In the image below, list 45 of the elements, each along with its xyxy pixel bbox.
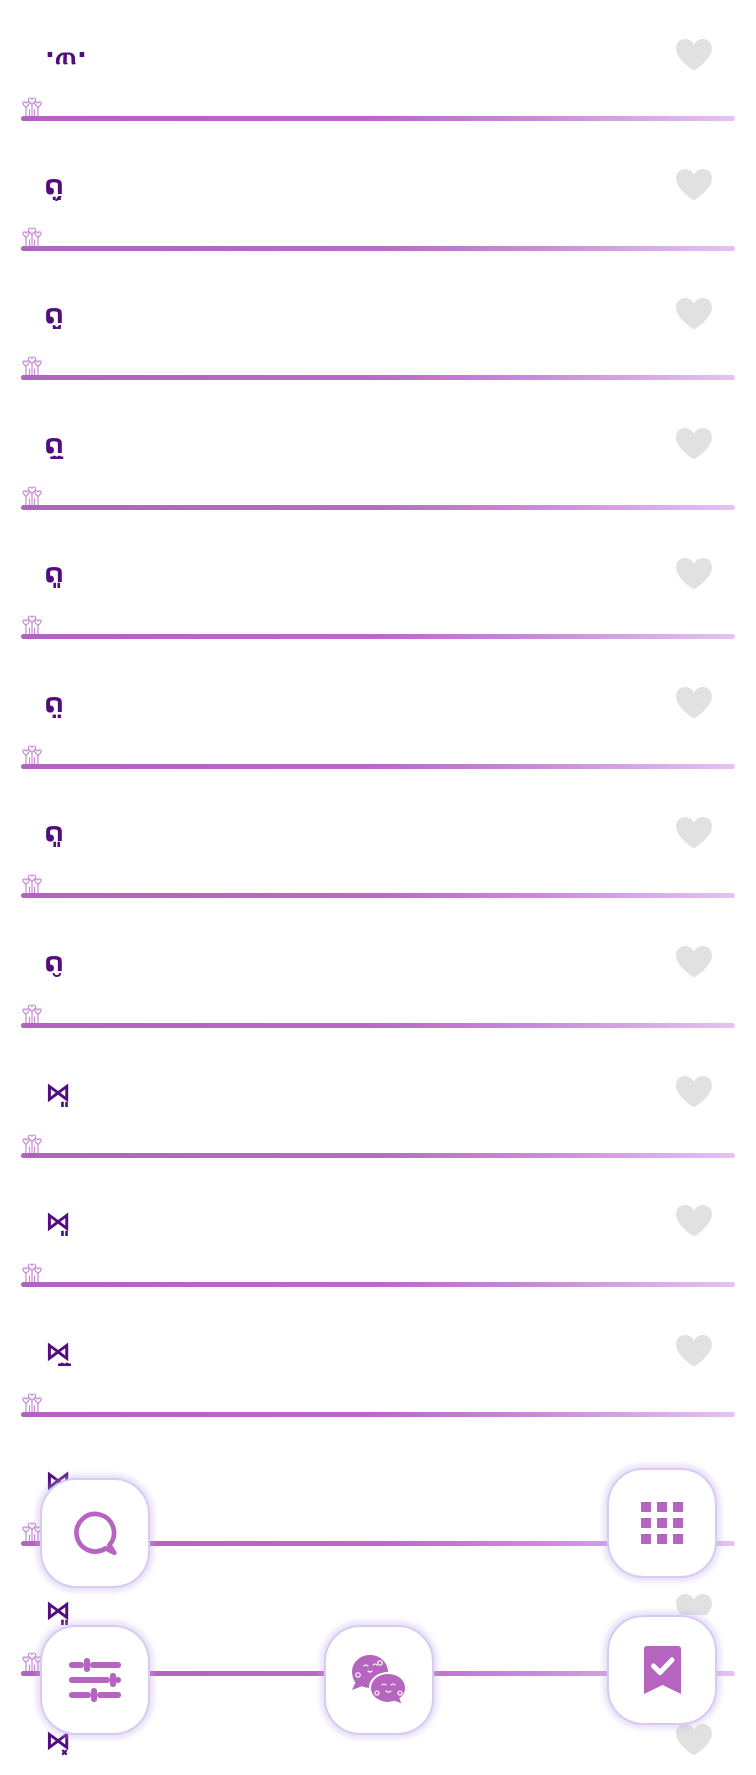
emoticon-text: ⋈̤̲ [45,1334,71,1368]
emoticon-text: ⋈͈ [45,1205,71,1239]
bookmark-check-icon [643,1646,681,1694]
heart-balloons-icon [21,1004,43,1024]
heart-icon[interactable] [676,1075,712,1108]
heart-balloons-icon [21,615,43,635]
emoticon-text: ດ̤̗ [45,168,64,203]
emoticon-text: ດ͈ [45,557,64,591]
heart-icon[interactable] [676,298,712,330]
heart-icon[interactable] [676,816,712,849]
heart-icon[interactable] [676,946,712,978]
heart-icon[interactable] [676,1335,712,1367]
heart-icon[interactable] [676,687,712,719]
heart-icon[interactable] [676,557,712,590]
emoticon-text: ດ͈ [45,816,64,850]
emoticon-text: ດ̮ [45,946,64,980]
heart-icon[interactable] [676,39,712,71]
heart-balloons-icon [21,1522,43,1542]
heart-balloons-icon [21,97,43,116]
heart-balloons-icon [21,226,43,246]
emoticon-text: ⋈͈ [45,1593,71,1627]
heart-balloons-icon [21,874,43,894]
heart-icon[interactable] [676,1205,712,1237]
grid-button[interactable] [607,1468,717,1578]
emoticon-text: ⋈͓ [45,1723,71,1757]
heart-balloons-icon [21,356,43,376]
grid-icon [641,1502,683,1544]
heart-balloons-icon [21,485,43,505]
heart-balloons-icon [21,1392,43,1412]
heart-icon[interactable] [676,1594,712,1615]
emoticon-text: ດ̤̲ [45,427,64,461]
heart-icon[interactable] [676,168,712,201]
chat-faces-button[interactable] [324,1625,434,1735]
emoticon-text: ດ̤̤ [45,686,64,720]
emoticon-text: ·ጠ· [45,39,87,72]
heart-balloons-icon [21,1133,43,1153]
heart-icon[interactable] [676,428,712,460]
heart-balloons-icon [21,1263,43,1283]
emoticon-text: ດ̤̮ [45,298,64,332]
heart-balloons-icon [21,1651,43,1671]
bookmark-check-button[interactable] [607,1615,717,1725]
sliders-icon [69,1658,121,1702]
heart-balloons-icon [21,744,43,764]
emoticon-text: ⋈͈ [45,1075,71,1109]
heart-icon[interactable] [676,1723,712,1756]
